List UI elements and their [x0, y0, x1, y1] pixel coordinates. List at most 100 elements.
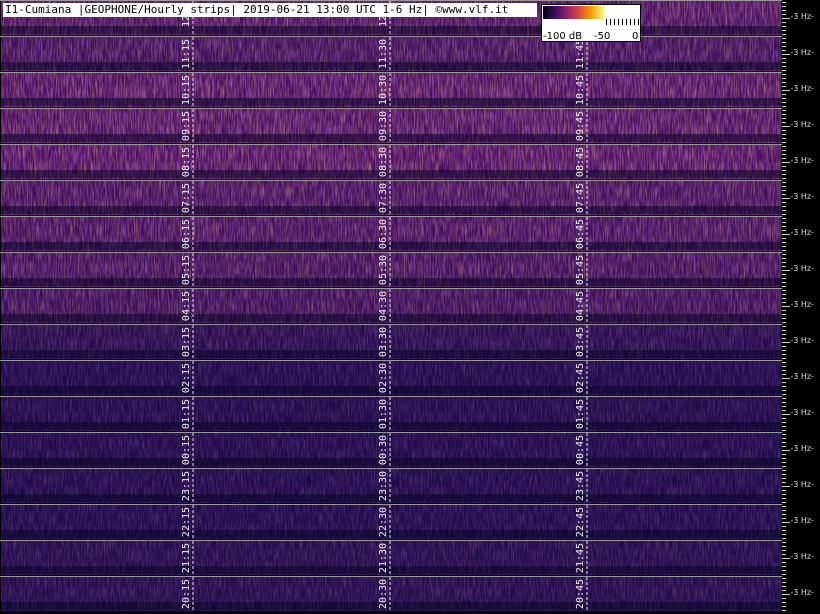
frequency-ruler-tick	[782, 486, 790, 487]
frequency-ruler-tick	[782, 10, 786, 11]
frequency-axis-label: -3 Hz-	[790, 12, 814, 21]
frequency-ruler-tick	[782, 182, 786, 183]
time-tick-label: 08:30	[378, 147, 389, 177]
frequency-ruler-tick	[782, 166, 786, 167]
time-tick-label: 05:15	[181, 255, 192, 285]
frequency-ruler-tick	[782, 458, 786, 459]
frequency-ruler-tick	[782, 518, 786, 519]
colorbar-min-label: -100 dB	[543, 31, 583, 42]
time-tick-label: 08:45	[575, 147, 586, 177]
frequency-ruler-tick	[782, 366, 786, 367]
time-tick-label: 03:45	[575, 327, 586, 357]
frequency-ruler-tick	[782, 202, 786, 203]
time-tick-label: 02:15	[181, 363, 192, 393]
colorbar-mid-label: -50	[594, 31, 611, 42]
frequency-ruler-tick	[782, 178, 786, 179]
frequency-ruler-tick	[782, 238, 786, 239]
time-tick-label: 10:15	[181, 75, 192, 105]
frequency-ruler-tick	[782, 102, 786, 103]
time-tick-label: 20:45	[575, 579, 586, 609]
strip-low-band	[1, 62, 781, 70]
colorbar-ticks	[606, 19, 640, 25]
strip-separator	[0, 540, 782, 541]
frequency-ruler-tick	[782, 286, 786, 287]
frequency-ruler-tick	[782, 50, 786, 51]
frequency-ruler-tick	[782, 406, 786, 407]
frequency-ruler-tick	[782, 278, 786, 279]
frequency-ruler-tick	[782, 370, 786, 371]
frequency-ruler-tick	[782, 274, 786, 275]
strip-low-band	[1, 278, 781, 286]
frequency-ruler-tick	[782, 234, 790, 235]
frequency-ruler-tick	[782, 410, 786, 411]
frequency-ruler-tick	[782, 354, 786, 355]
frequency-axis-label: -3 Hz-	[790, 156, 814, 165]
frequency-ruler-tick	[782, 162, 790, 163]
strip-separator	[0, 432, 782, 433]
frequency-axis-label: -3 Hz-	[790, 552, 814, 561]
time-tick-label: 23:30	[378, 471, 389, 501]
time-tick-label: 22:30	[378, 507, 389, 537]
frequency-ruler-tick	[782, 546, 786, 547]
time-tick-label: 01:15	[181, 399, 192, 429]
frequency-ruler-tick	[782, 114, 786, 115]
frequency-ruler-tick	[782, 538, 786, 539]
spectrogram-strip: 21:15 21:30 21:45	[0, 540, 782, 575]
time-tick-label: 11:15	[181, 39, 192, 69]
spectrogram-strip: 08:15 08:30 08:45	[0, 144, 782, 179]
frequency-ruler-tick	[782, 526, 786, 527]
frequency-ruler-tick	[782, 430, 786, 431]
strip-low-band	[1, 98, 781, 106]
frequency-ruler-tick	[782, 342, 790, 343]
frequency-ruler-tick	[782, 414, 790, 415]
frequency-ruler-tick	[782, 282, 786, 283]
time-tick-label: 02:45	[575, 363, 586, 393]
frequency-ruler-tick	[782, 558, 790, 559]
frequency-ruler-tick	[782, 6, 786, 7]
frequency-axis-label: -3 Hz-	[790, 48, 814, 57]
colorbar-gradient	[543, 6, 605, 19]
frequency-ruler-tick	[782, 146, 786, 147]
frequency-ruler-tick	[782, 422, 786, 423]
frequency-ruler-tick	[782, 130, 786, 131]
time-tick-label: 04:30	[378, 291, 389, 321]
frequency-ruler-tick	[782, 562, 786, 563]
frequency-ruler-tick	[782, 2, 786, 3]
frequency-ruler-tick	[782, 442, 786, 443]
frequency-ruler-tick	[782, 326, 786, 327]
time-tick-label: 06:30	[378, 219, 389, 249]
frequency-axis-label: -3 Hz-	[790, 300, 814, 309]
frequency-ruler-tick	[782, 362, 786, 363]
frequency-axis-label: -3 Hz-	[790, 228, 814, 237]
frequency-ruler-tick	[782, 346, 786, 347]
spectrogram-strip: 11:15 11:30 11:45	[0, 36, 782, 71]
time-tick-label: 06:45	[575, 219, 586, 249]
frequency-ruler-tick	[782, 566, 786, 567]
frequency-ruler-tick	[782, 126, 790, 127]
frequency-ruler-tick	[782, 582, 786, 583]
frequency-ruler-tick	[782, 474, 786, 475]
time-tick-label: 00:15	[181, 435, 192, 465]
frequency-ruler-tick	[782, 194, 786, 195]
frequency-ruler-tick	[782, 394, 786, 395]
frequency-ruler-tick	[782, 254, 786, 255]
frequency-ruler-tick	[782, 550, 786, 551]
strip-separator	[0, 216, 782, 217]
frequency-ruler-tick	[782, 610, 786, 611]
spectrogram-strip: 07:15 07:30 07:45	[0, 180, 782, 215]
strip-separator	[0, 108, 782, 109]
time-tick-label: 00:30	[378, 435, 389, 465]
time-tick-label: 07:45	[575, 183, 586, 213]
frequency-ruler-tick	[782, 214, 786, 215]
frequency-axis-label: -3 Hz-	[790, 264, 814, 273]
time-tick-label: 05:45	[575, 255, 586, 285]
frequency-ruler-tick	[782, 210, 786, 211]
frequency-ruler-tick	[782, 190, 786, 191]
spectrogram-strip: 10:15 10:30 10:45	[0, 72, 782, 107]
strip-low-band	[1, 566, 781, 574]
spectrogram-strip: 05:15 05:30 05:45	[0, 252, 782, 287]
frequency-ruler-tick	[782, 494, 786, 495]
frequency-ruler-tick	[782, 314, 786, 315]
time-tick-label: 07:30	[378, 183, 389, 213]
frequency-ruler-tick	[782, 434, 786, 435]
